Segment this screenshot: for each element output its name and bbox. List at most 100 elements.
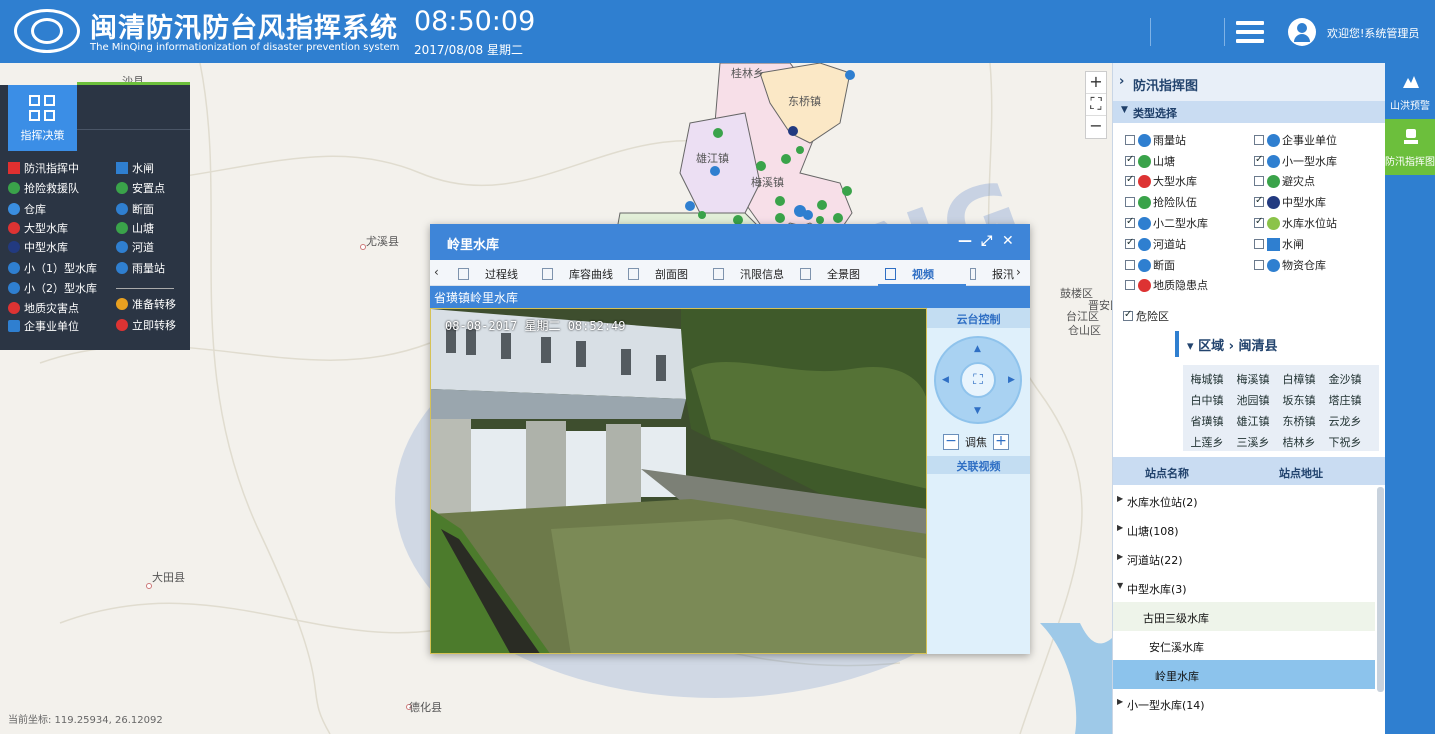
flood-command-map-button[interactable]: 防汛指挥图 bbox=[1385, 119, 1435, 175]
region-header[interactable]: ▾ 区域 › 闽清县 bbox=[1175, 331, 1380, 357]
town-link[interactable]: 白中镇 bbox=[1183, 392, 1231, 408]
legend-item: 小（1）型水库 bbox=[8, 260, 97, 276]
tree-leaf[interactable]: 安仁溪水库 bbox=[1113, 631, 1375, 660]
type-checkbox[interactable]: 避灾点 bbox=[1254, 173, 1315, 189]
type-checkbox[interactable]: 地质隐患点 bbox=[1125, 277, 1208, 293]
tab-flood-limit[interactable]: 汛限信息 bbox=[713, 266, 784, 282]
tree-scrollbar[interactable] bbox=[1377, 487, 1384, 692]
tab-panorama[interactable]: 全景图 bbox=[800, 266, 860, 282]
town-link[interactable]: 下祝乡 bbox=[1321, 434, 1369, 450]
arrow-right-icon[interactable]: ▶ bbox=[1008, 375, 1015, 385]
maximize-icon[interactable]: ⤢ bbox=[981, 233, 992, 249]
town-link[interactable]: 梅城镇 bbox=[1183, 371, 1231, 387]
type-checkbox[interactable]: 小二型水库 bbox=[1125, 215, 1208, 231]
type-checkbox[interactable]: 大型水库 bbox=[1125, 173, 1197, 189]
checkbox[interactable] bbox=[1125, 216, 1135, 228]
checkbox[interactable] bbox=[1254, 216, 1264, 228]
checkbox[interactable] bbox=[1125, 135, 1135, 145]
legend-item: 大型水库 bbox=[8, 220, 68, 236]
arrow-up-icon[interactable]: ▲ bbox=[974, 344, 981, 354]
town-link[interactable]: 省璜镇 bbox=[1183, 413, 1231, 429]
checkbox[interactable] bbox=[1254, 154, 1264, 166]
tab-scroll-left-icon[interactable]: ‹ bbox=[434, 265, 439, 279]
tree-node[interactable]: ▼ 中型水库(3) bbox=[1113, 573, 1375, 602]
danger-zone-checkbox[interactable]: 危险区 bbox=[1123, 308, 1169, 324]
minimize-icon[interactable]: — bbox=[958, 233, 972, 249]
tree-node[interactable]: ▶ 小一型水库(14) bbox=[1113, 689, 1375, 718]
enterprise-icon bbox=[8, 320, 20, 332]
checkbox[interactable] bbox=[1254, 195, 1264, 207]
tab-capacity-curve[interactable]: 库容曲线 bbox=[542, 266, 613, 282]
ptz-expand-icon[interactable]: ⛶ bbox=[960, 362, 996, 398]
town-link[interactable]: 坂东镇 bbox=[1275, 392, 1323, 408]
type-checkbox[interactable]: 抢险队伍 bbox=[1125, 194, 1197, 210]
checkbox[interactable] bbox=[1254, 260, 1264, 270]
legend-item: 准备转移 bbox=[116, 296, 176, 312]
zoom-out-button[interactable]: − bbox=[1086, 116, 1106, 138]
type-checkbox[interactable]: 雨量站 bbox=[1125, 132, 1186, 148]
type-checkbox[interactable]: 河道站 bbox=[1125, 236, 1186, 252]
type-checkbox[interactable]: 中型水库 bbox=[1254, 194, 1326, 210]
tab-profile[interactable]: 剖面图 bbox=[628, 266, 688, 282]
checkbox[interactable] bbox=[1125, 154, 1135, 166]
town-link[interactable]: 金沙镇 bbox=[1321, 371, 1369, 387]
town-link[interactable]: 雄江镇 bbox=[1229, 413, 1277, 429]
checkbox[interactable] bbox=[1125, 174, 1135, 186]
tree-node[interactable]: ▶ 山塘(108) bbox=[1113, 515, 1375, 544]
focus-plus-button[interactable]: + bbox=[993, 434, 1009, 450]
type-checkbox[interactable]: 断面 bbox=[1125, 257, 1175, 273]
flash-flood-warning-button[interactable]: 山洪预警 bbox=[1385, 63, 1435, 119]
town-link[interactable]: 桔林乡 bbox=[1275, 434, 1323, 450]
zoom-in-button[interactable]: + bbox=[1086, 72, 1106, 94]
tree-node[interactable]: ▶ 河道站(22) bbox=[1113, 544, 1375, 573]
checkbox[interactable] bbox=[1254, 135, 1264, 145]
checkbox[interactable] bbox=[1125, 197, 1135, 207]
type-checkbox[interactable]: 物资仓库 bbox=[1254, 257, 1326, 273]
type-checkbox[interactable]: 山塘 bbox=[1125, 153, 1175, 169]
town-link[interactable]: 梅溪镇 bbox=[1229, 371, 1277, 387]
tab-process-line[interactable]: 过程线 bbox=[458, 266, 518, 282]
menu-icon[interactable] bbox=[1236, 21, 1264, 43]
arrow-down-icon[interactable]: ▼ bbox=[974, 406, 981, 416]
dialog-title-bar[interactable]: 岭里水库 — ⤢ ✕ bbox=[430, 224, 1030, 260]
command-decision-tab[interactable]: 指挥决策 bbox=[8, 85, 77, 151]
focus-control: − 调焦 + bbox=[943, 434, 1009, 450]
town-link[interactable]: 白樟镇 bbox=[1275, 371, 1323, 387]
focus-minus-button[interactable]: − bbox=[943, 434, 959, 450]
fullscreen-button[interactable]: ⛶ bbox=[1086, 94, 1106, 116]
type-section-header[interactable]: ▼ 类型选择 bbox=[1113, 101, 1386, 123]
ptz-direction-pad[interactable]: ▲ ▼ ◀ ▶ ⛶ bbox=[934, 336, 1022, 424]
user-avatar-icon[interactable] bbox=[1288, 18, 1316, 46]
tab-scroll-right-icon[interactable]: › bbox=[1016, 265, 1021, 279]
town-link[interactable]: 云龙乡 bbox=[1321, 413, 1369, 429]
town-link[interactable]: 东桥镇 bbox=[1275, 413, 1323, 429]
type-checkbox[interactable]: 企事业单位 bbox=[1254, 132, 1337, 148]
town-link[interactable]: 池园镇 bbox=[1229, 392, 1277, 408]
town-link[interactable]: 三溪乡 bbox=[1229, 434, 1277, 450]
logo bbox=[14, 9, 80, 53]
type-checkbox[interactable]: 小一型水库 bbox=[1254, 153, 1337, 169]
type-checkbox[interactable]: 水库水位站 bbox=[1254, 215, 1337, 231]
checkbox[interactable] bbox=[1125, 237, 1135, 249]
tree-node[interactable]: ▶ 水库水位站(2) bbox=[1113, 486, 1375, 515]
town-link[interactable]: 塔庄镇 bbox=[1321, 392, 1369, 408]
welcome-text: 欢迎您!系统管理员 bbox=[1327, 27, 1420, 40]
checkbox[interactable] bbox=[1254, 239, 1264, 249]
tree-leaf-selected[interactable]: 岭里水库 bbox=[1113, 660, 1375, 689]
checkbox[interactable] bbox=[1125, 280, 1135, 290]
large-reservoir-icon bbox=[8, 222, 20, 234]
type-checkbox[interactable]: 水闸 bbox=[1254, 236, 1304, 252]
header-divider bbox=[1224, 18, 1225, 46]
town-link[interactable]: 上莲乡 bbox=[1183, 434, 1231, 450]
close-icon[interactable]: ✕ bbox=[1002, 233, 1014, 249]
checkbox[interactable] bbox=[1254, 176, 1264, 186]
video-timestamp: 08-08-2017 星期二 08:52:49 bbox=[445, 319, 626, 333]
checkbox[interactable] bbox=[1125, 260, 1135, 270]
caret-right-icon: ▶ bbox=[1117, 523, 1124, 532]
video-feed[interactable]: 08-08-2017 星期二 08:52:49 bbox=[430, 308, 927, 654]
arrow-left-icon[interactable]: ◀ bbox=[942, 375, 949, 385]
tree-leaf[interactable]: 古田三级水库 bbox=[1113, 602, 1375, 631]
checkbox[interactable] bbox=[1123, 309, 1133, 321]
tab-report[interactable]: 报汛 bbox=[970, 266, 1014, 282]
tab-video[interactable]: 视频 bbox=[885, 266, 934, 282]
